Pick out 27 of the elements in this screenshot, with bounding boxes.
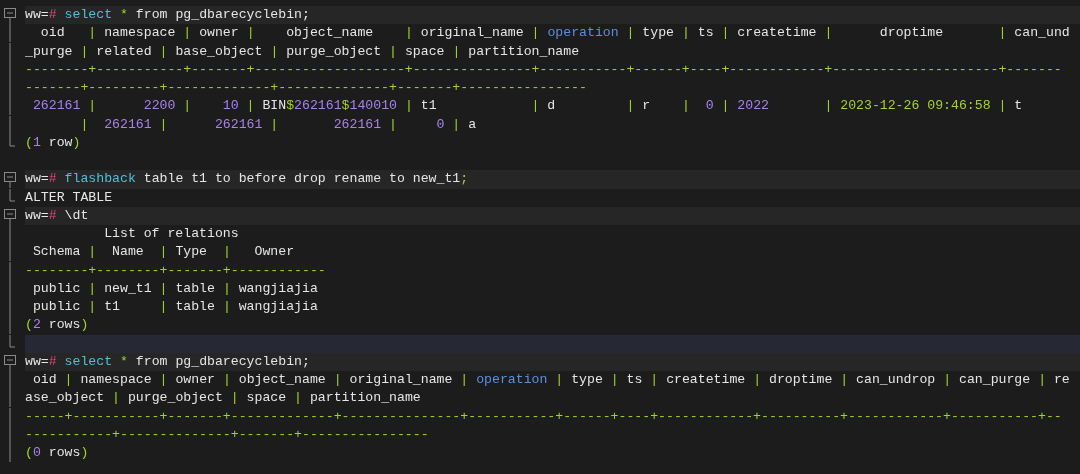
terminal-line: 262161 | 2200 | 10 | BIN$262161$140010 | t1 | d | r | 0 | 2022 | 2023-12-26 09:46:58 | t [31, 97, 1023, 116]
terminal-line: public | new_t1 | table | wangjiajia [31, 279, 318, 298]
terminal-line: oid | namespace | owner | object_name | original_name | operation | type | ts | createtime | droptime | can_und [39, 24, 1070, 43]
terminal-line: --------+-----------+-------+-------------------+---------------+-----------+------+----+------------+---------------------+------- [25, 60, 1062, 79]
terminal-line: _purge | related | base_object | purge_object | space | partition_name [25, 42, 580, 61]
terminal-line: ww=# select * from pg_dbarecyclebin; [25, 6, 310, 25]
terminal-line: (2 rows) [25, 316, 89, 335]
terminal-line: ww=# \dt [25, 206, 89, 225]
terminal-line: -----+-----------+-------+-------------+---------------+-----------+------+----+------------+----------+------------+-----------+-- [25, 407, 1062, 426]
terminal-line: (1 row) [25, 133, 81, 152]
terminal-line: Schema | Name | Type | Owner [31, 243, 295, 262]
terminal-line: ase_object | purge_object | space | partition_name [25, 389, 421, 408]
terminal-line: -----------+--------------+-------+---------------- [25, 425, 429, 444]
terminal-line: ww=# flashback table t1 to before drop rename to new_t1; [25, 170, 469, 189]
fold-collapse-icon[interactable] [4, 352, 16, 371]
fold-collapse-icon[interactable] [4, 206, 16, 225]
terminal-line: (0 rows) [25, 444, 89, 463]
terminal-line: List of relations [103, 225, 239, 244]
terminal-line: ww=# select * from pg_dbarecyclebin; [25, 352, 310, 371]
terminal-line: --------+--------+-------+------------ [25, 261, 326, 280]
fold-collapse-icon[interactable] [4, 170, 16, 189]
terminal-line: | 262161 | 262161 | 262161 | 0 | a [79, 115, 477, 134]
terminal-line: -------+---------+-------------+--------------+-------+---------------- [25, 79, 587, 98]
terminal-line: ALTER TABLE [25, 188, 113, 207]
terminal-line: oid | namespace | owner | object_name | original_name | operation | type | ts | createtime | droptime | can_undrop | can_purge | re [31, 371, 1070, 390]
terminal-line: public | t1 | table | wangjiajia [31, 298, 318, 317]
fold-collapse-icon[interactable] [4, 6, 16, 25]
